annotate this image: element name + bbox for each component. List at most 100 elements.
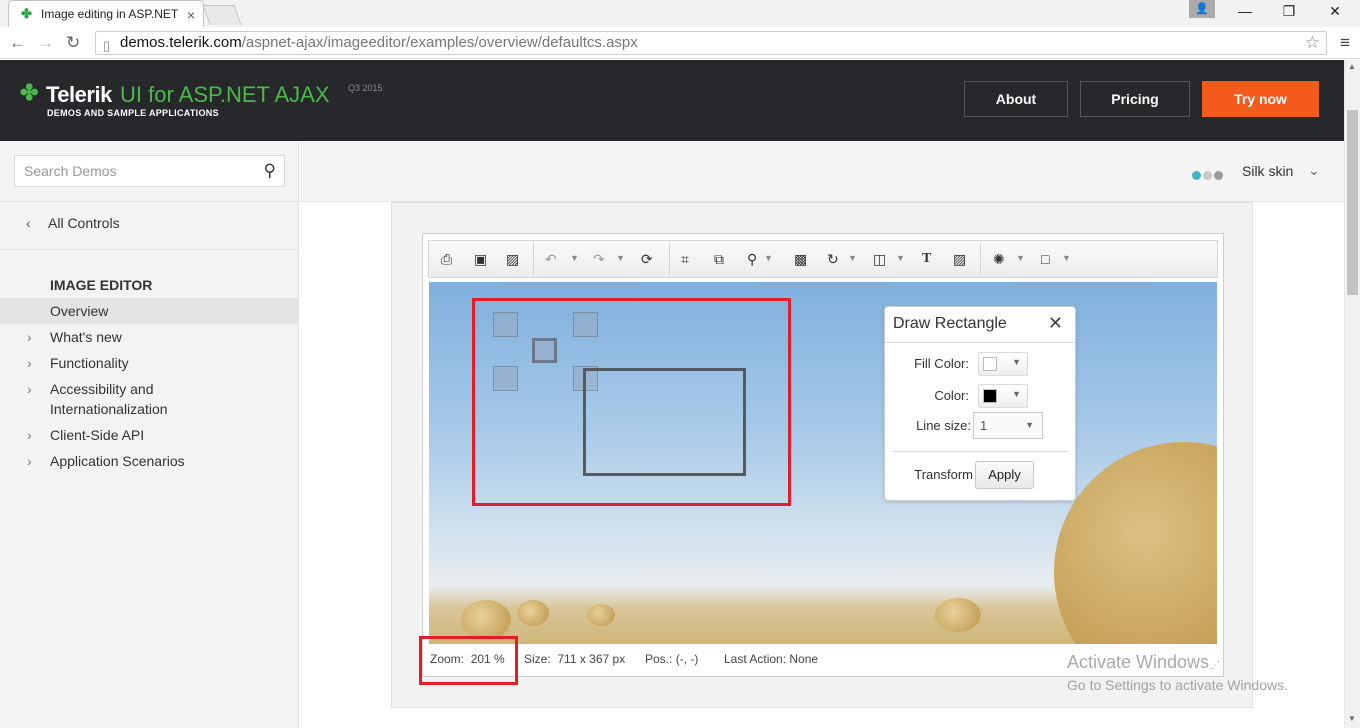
skin-selector[interactable]: Silk skin	[1242, 163, 1293, 179]
chevron-down-icon: ▼	[1025, 420, 1034, 430]
close-tab-icon[interactable]: ×	[187, 7, 195, 23]
chevron-right-icon: ›	[27, 453, 32, 469]
bookmark-star-icon[interactable]: ☆	[1305, 32, 1320, 54]
browser-tabbar: ✤ Image editing in ASP.NET × 👤 — ❐ ✕	[0, 0, 1360, 27]
logo-subtitle: DEMOS AND SAMPLE APPLICATIONS	[47, 108, 219, 118]
insert-image-icon[interactable]: ▨	[953, 251, 966, 268]
chevron-down-icon[interactable]: ⌄	[1308, 162, 1320, 179]
undo-dropdown-icon[interactable]: ▼	[570, 253, 579, 263]
sidebar-item-application-scenarios[interactable]: › Application Scenarios	[0, 451, 299, 471]
chevron-down-icon: ▼	[1012, 389, 1021, 399]
pricing-button[interactable]: Pricing	[1080, 81, 1190, 117]
resize-grip-icon[interactable]: ⋰	[1210, 660, 1220, 671]
sidebar-item-label: Functionality	[50, 355, 129, 371]
zoom-dropdown-icon[interactable]: ▼	[764, 253, 773, 263]
maximize-icon[interactable]: ❐	[1279, 3, 1299, 20]
fill-color-swatch	[983, 357, 997, 371]
chevron-left-icon: ‹	[26, 215, 31, 231]
fill-color-label: Fill Color:	[914, 356, 969, 371]
back-icon[interactable]: ←	[9, 33, 26, 53]
sidebar-item-whats-new[interactable]: › What's new	[0, 327, 299, 347]
print-icon[interactable]: ⎙	[441, 251, 452, 268]
search-icon[interactable]: ⚲	[264, 156, 276, 186]
page-scrollbar[interactable]: ▲ ▼	[1344, 60, 1360, 728]
scroll-thumb[interactable]	[1347, 110, 1358, 295]
effects-dropdown-icon[interactable]: ▼	[1016, 253, 1025, 263]
stroke-color-swatch	[983, 389, 997, 403]
browser-menu-icon[interactable]: ≡	[1340, 33, 1350, 53]
skin-dot	[1203, 171, 1212, 180]
all-controls-link[interactable]: ‹ All Controls	[26, 215, 120, 231]
size-status: Size: 711 x 367 px	[524, 652, 625, 666]
flip-icon[interactable]: ◫	[873, 251, 886, 268]
save-icon[interactable]: ▣	[474, 251, 487, 268]
rotate-dropdown-icon[interactable]: ▼	[848, 253, 857, 263]
search-input[interactable]: Search Demos ⚲	[14, 155, 285, 187]
logo-brand[interactable]: Telerik	[46, 82, 112, 108]
sidebar-item-accessibility[interactable]: › Accessibility and Internationalization	[0, 379, 299, 419]
text-icon[interactable]: T	[922, 251, 931, 267]
flip-dropdown-icon[interactable]: ▼	[896, 253, 905, 263]
scroll-down-icon[interactable]: ▼	[1348, 714, 1356, 723]
shape-icon[interactable]: □	[1041, 251, 1049, 267]
toolbar-separator	[669, 243, 670, 275]
rotate-icon[interactable]: ↻	[827, 251, 839, 268]
close-window-icon[interactable]: ✕	[1325, 3, 1345, 20]
zoom-label: Zoom:	[430, 652, 465, 666]
sidebar-item-functionality[interactable]: › Functionality	[0, 353, 299, 373]
zoom-icon[interactable]: ⚲	[747, 251, 757, 268]
telerik-favicon-icon: ✤	[21, 6, 32, 21]
sidebar-divider	[0, 201, 299, 202]
pos-value: (-, -)	[675, 652, 699, 666]
url-input[interactable]: ▯ demos.telerik.com/aspnet-ajax/imageedi…	[95, 31, 1327, 55]
page-icon: ▯	[103, 38, 111, 53]
size-label: Size:	[524, 652, 551, 666]
skin-color-dots[interactable]	[1192, 167, 1225, 185]
image-icon[interactable]: ▨	[506, 251, 519, 268]
try-now-button[interactable]: Try now	[1202, 81, 1319, 117]
close-icon[interactable]: ✕	[1048, 313, 1063, 334]
search-placeholder: Search Demos	[24, 163, 117, 179]
reset-icon[interactable]: ⟳	[641, 251, 653, 268]
effects-icon[interactable]: ✺	[993, 251, 1005, 268]
color-label: Color:	[934, 388, 969, 403]
opacity-icon[interactable]: ▩	[794, 251, 807, 268]
hay-bale-image	[587, 604, 615, 626]
sidebar-item-overview[interactable]: Overview	[0, 298, 299, 324]
pos-label: Pos.:	[645, 652, 673, 666]
zoom-value: 201 %	[470, 652, 505, 666]
apply-button[interactable]: Apply	[975, 461, 1034, 489]
dialog-divider	[885, 342, 1075, 343]
sidebar-divider	[0, 249, 299, 250]
chevron-right-icon: ›	[27, 355, 32, 371]
transform-label: Transform	[914, 467, 973, 482]
fill-color-picker[interactable]: ▼	[978, 352, 1028, 376]
address-bar: ← → ↻ ▯ demos.telerik.com/aspnet-ajax/im…	[0, 27, 1360, 59]
line-size-select[interactable]: 1 ▼	[973, 412, 1043, 439]
user-profile-icon[interactable]: 👤	[1189, 0, 1215, 18]
new-tab-button[interactable]	[202, 5, 242, 25]
about-button[interactable]: About	[964, 81, 1068, 117]
redo-icon[interactable]: ↷	[593, 251, 605, 268]
scroll-up-icon[interactable]: ▲	[1348, 62, 1356, 71]
last-action-value: None	[789, 652, 819, 666]
redo-dropdown-icon[interactable]: ▼	[616, 253, 625, 263]
hay-bale-image	[461, 600, 511, 640]
minimize-icon[interactable]: —	[1235, 3, 1255, 19]
browser-tab[interactable]: ✤ Image editing in ASP.NET ×	[8, 0, 204, 27]
line-size-label: Line size:	[916, 418, 971, 433]
shape-dropdown-icon[interactable]: ▼	[1062, 253, 1071, 263]
forward-icon[interactable]: →	[37, 33, 54, 53]
sidebar-item-client-side-api[interactable]: › Client-Side API	[0, 425, 299, 445]
skin-dot	[1214, 171, 1223, 180]
crop-icon[interactable]: ⌗	[681, 251, 689, 268]
hay-bale-image	[517, 600, 549, 626]
logo-product[interactable]: UI for ASP.NET AJAX	[120, 82, 330, 108]
stroke-color-picker[interactable]: ▼	[978, 384, 1028, 408]
image-editor-toolbar: ⎙ ▣ ▨ ↶ ▼ ↷ ▼ ⟳ ⌗ ⧉ ⚲ ▼ ▩ ↻ ▼ ◫ ▼ T ▨ ✺ …	[428, 240, 1218, 278]
resize-icon[interactable]: ⧉	[714, 251, 724, 268]
dialog-title: Draw Rectangle	[893, 315, 1007, 332]
chevron-right-icon: ›	[27, 329, 32, 345]
undo-icon[interactable]: ↶	[545, 251, 557, 268]
reload-icon[interactable]: ↻	[66, 33, 80, 53]
